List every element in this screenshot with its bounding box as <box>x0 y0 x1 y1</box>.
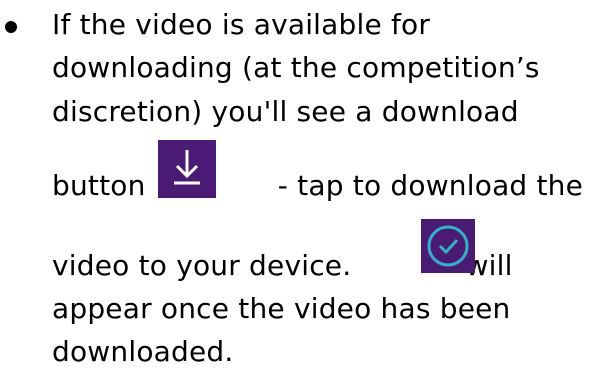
text-line: discretion) you'll see a download <box>52 95 519 128</box>
text-line: downloading (at the competition’s <box>52 51 540 84</box>
bullet-list-item: If the video is available for downloadin… <box>0 0 603 368</box>
text-segment: button <box>52 169 146 202</box>
text-segment: video to your device. <box>52 249 352 282</box>
bullet-point <box>5 21 17 33</box>
check-circle-icon <box>421 219 475 273</box>
text-line: appear once the video has been <box>52 292 511 325</box>
download-icon <box>158 140 216 198</box>
text-line: downloaded. <box>52 335 234 368</box>
text-line: button - tap to download the <box>52 169 583 203</box>
text-segment: - tap to download the <box>277 169 584 202</box>
text-line: If the video is available for <box>52 8 431 41</box>
